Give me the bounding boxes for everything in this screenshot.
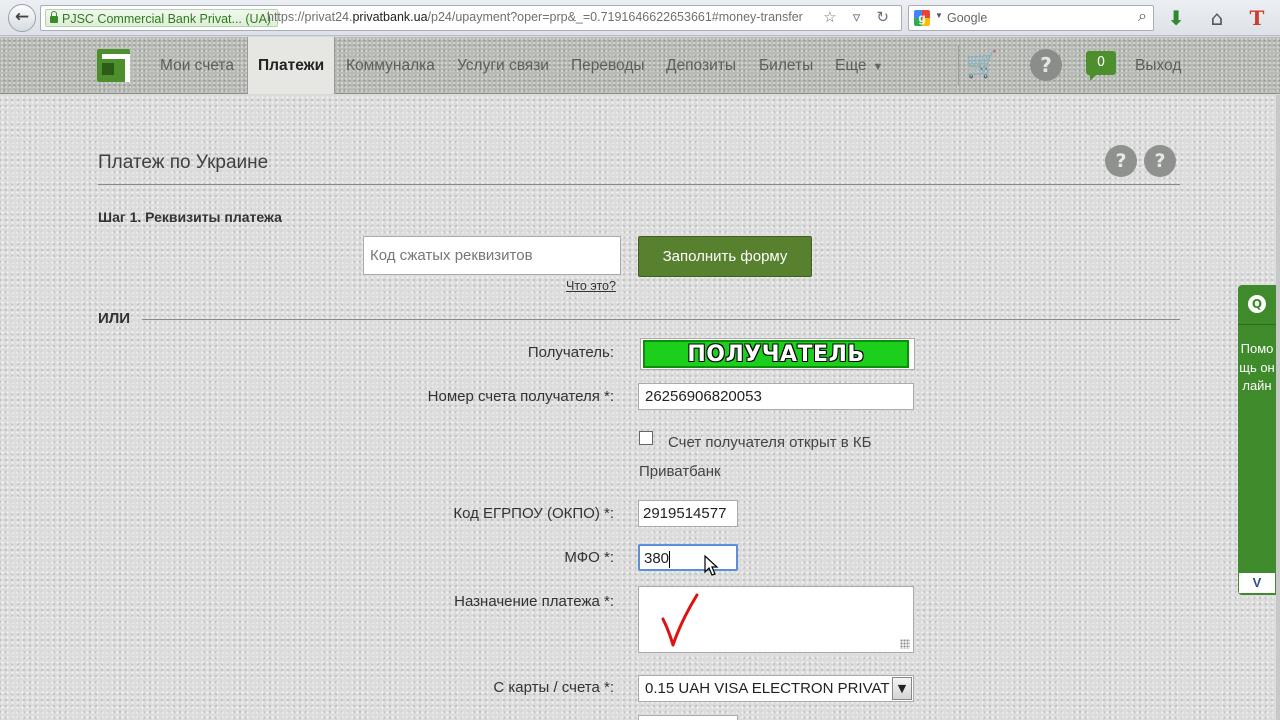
help-online-label: Помощь онлайн — [1239, 341, 1275, 393]
url-prefix: https://privat24. — [267, 10, 353, 24]
step-label: Шаг 1. Реквизиты платежа — [98, 209, 282, 225]
url-text: https://privat24.privatbank.ua/p24/upaym… — [267, 10, 803, 24]
mfo-label: МФО *: — [564, 549, 614, 566]
what-is-this-link[interactable]: Что это? — [566, 279, 616, 293]
compressed-code-input[interactable]: Код сжатых реквизитов — [363, 236, 621, 275]
account-number-input[interactable]: 26256906820053 — [638, 383, 914, 410]
collapse-toggle[interactable]: V — [1239, 573, 1275, 593]
payment-purpose-textarea[interactable] — [638, 586, 914, 653]
chevron-down-icon[interactable]: ▼ — [935, 11, 943, 20]
help-icon[interactable]: ? — [1144, 145, 1176, 177]
chevron-down-icon[interactable]: ▼ — [892, 677, 912, 700]
lock-icon — [50, 11, 58, 23]
mfo-input[interactable]: 380 — [638, 544, 738, 571]
recipient-label: Получатель: — [527, 344, 614, 361]
checkmark-icon — [661, 593, 699, 647]
search-bar[interactable]: g ▼ Google ⌕ — [908, 5, 1154, 31]
google-icon: g — [914, 10, 930, 26]
url-rest: /p24/upayment?oper=prp&_=0.7191646622653… — [427, 10, 803, 24]
bookmark-star-icon[interactable]: ☆ ▿ ↻ — [823, 8, 895, 26]
payment-purpose-label: Назначение платежа *: — [454, 593, 614, 610]
url-domain: privatbank.ua — [352, 10, 428, 24]
help-icon[interactable]: ? — [1105, 145, 1137, 177]
nav-payments[interactable]: Платежи — [247, 37, 336, 94]
site-identity-text: PJSC Commercial Bank Privat... (UA) — [62, 12, 272, 26]
page-title: Платеж по Украине — [98, 152, 269, 173]
nav-telecom[interactable]: Услуги связи — [457, 37, 549, 94]
divider — [98, 184, 1180, 185]
nav-deposits[interactable]: Депозиты — [666, 37, 736, 94]
translate-icon[interactable]: T — [1243, 4, 1271, 32]
site-navigation: Мои счета Платежи Коммуналка Услуги связ… — [0, 37, 1280, 94]
fill-form-button[interactable]: Заполнить форму — [638, 236, 812, 277]
main-content: Платеж по Украине ? ? Шаг 1. Реквизиты п… — [0, 95, 1276, 720]
nav-transfers[interactable]: Переводы — [571, 37, 645, 94]
or-separator-label: ИЛИ — [98, 310, 131, 327]
mouse-pointer-icon — [704, 555, 719, 576]
back-arrow-icon[interactable]: ← — [8, 4, 36, 32]
recipient-field[interactable]: ПОЛУЧАТЕЛЬ — [640, 338, 915, 370]
help-online-widget[interactable]: Q Помощь онлайн V — [1238, 285, 1276, 595]
privatbank-logo[interactable] — [97, 49, 130, 82]
messages-badge[interactable]: 0 — [1086, 51, 1116, 81]
divider — [142, 319, 1180, 320]
text-caret — [669, 550, 671, 568]
search-icon[interactable]: ⌕ — [1138, 8, 1147, 26]
privatbank-checkbox-label: Счет получателя открыт в КБ Приватбанк — [639, 434, 872, 480]
nav-more-label: Еще — [835, 57, 867, 74]
site-identity-badge[interactable]: PJSC Commercial Bank Privat... (UA) — [45, 9, 279, 27]
chat-icon: Q — [1248, 295, 1266, 313]
mfo-value: 380 — [644, 550, 670, 567]
edrpou-label: Код ЕГРПОУ (ОКПО) *: — [453, 505, 614, 522]
search-placeholder: Google — [947, 11, 988, 25]
source-card-select[interactable]: 0.15 UAH VISA ELECTRON PRIVAT — [638, 675, 914, 702]
source-card-label: С карты / счета *: — [493, 679, 614, 696]
next-field-edge — [638, 715, 738, 720]
nav-more[interactable]: Еще ▼ — [835, 37, 883, 94]
account-number-label: Номер счета получателя *: — [427, 388, 614, 405]
resize-handle[interactable] — [900, 639, 910, 649]
nav-utilities[interactable]: Коммуналка — [346, 37, 435, 94]
browser-toolbar: ← PJSC Commercial Bank Privat... (UA) ht… — [0, 0, 1280, 36]
home-icon[interactable]: ⌂ — [1203, 4, 1231, 32]
nav-my-accounts[interactable]: Мои счета — [160, 37, 234, 94]
address-bar[interactable]: PJSC Commercial Bank Privat... (UA) http… — [40, 5, 902, 31]
privatbank-checkbox[interactable] — [639, 431, 653, 445]
help-icon[interactable]: ? — [1030, 49, 1062, 81]
chevron-down-icon: ▼ — [872, 61, 884, 73]
logout-link[interactable]: Выход — [1135, 37, 1181, 94]
page-scrollbar[interactable] — [1276, 95, 1280, 720]
widget-header: Q — [1238, 285, 1276, 325]
download-icon[interactable]: ⬇ — [1162, 4, 1190, 32]
edrpou-input[interactable]: 2919514577 — [638, 500, 738, 527]
recipient-highlight-banner: ПОЛУЧАТЕЛЬ — [643, 340, 909, 368]
nav-tickets[interactable]: Билеты — [759, 37, 813, 94]
cart-icon[interactable]: 🛒 — [958, 45, 998, 85]
